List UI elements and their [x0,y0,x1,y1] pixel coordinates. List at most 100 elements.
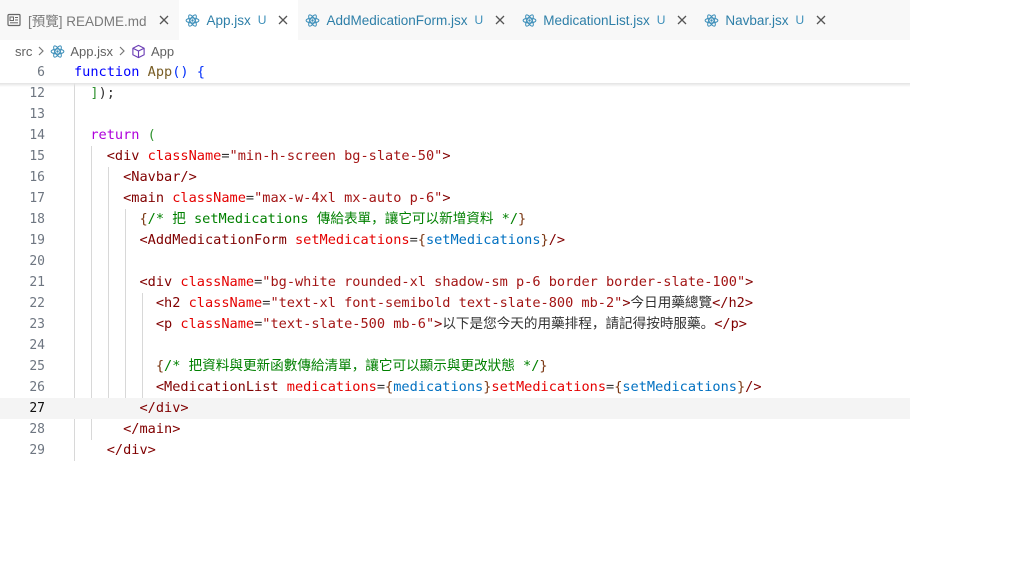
code-line[interactable]: 15 <div className="min-h-screen bg-slate… [0,146,910,167]
react-icon [304,12,320,28]
code-text: <div className="bg-white rounded-xl shad… [74,272,753,293]
tab-navbar[interactable]: Navbar.jsx U [697,0,836,40]
code-token: /> [548,232,566,248]
code-token: <MedicationList [74,379,287,395]
code-line[interactable]: 13 [0,104,910,125]
code-token: "text-slate-500 mb-6" [262,316,435,332]
code-token: = [245,190,255,206]
code-line[interactable]: 23 <p className="text-slate-500 mb-6">以下… [0,314,910,335]
code-token: { [74,358,165,374]
line-number: 19 [29,233,45,248]
code-token: </main> [74,421,181,437]
code-token: setMedications [622,379,737,395]
close-icon[interactable] [276,13,290,27]
code-token: > [622,295,631,311]
code-line[interactable]: 26 <MedicationList medications={medicati… [0,377,910,398]
code-token: { [385,379,394,395]
close-icon[interactable] [157,13,171,27]
code-editor[interactable]: 6 function App() {12 ]); 13 14 return (15 <… [0,62,910,462]
untracked-badge: U [656,13,666,27]
line-number: 29 [29,443,45,458]
preview-icon [6,12,22,28]
breadcrumb: src App.jsx App [0,40,910,62]
code-token: <div [74,148,148,164]
code-line[interactable]: 28 </main> [0,419,910,440]
code-token: = [606,379,615,395]
code-token: "bg-white rounded-xl shadow-sm p-6 borde… [262,274,746,290]
code-token: () { [172,64,205,80]
code-token: } [518,211,527,227]
code-token: medications [393,379,484,395]
code-token: className [180,274,255,290]
code-line[interactable]: 22 <h2 className="text-xl font-semibold … [0,293,910,314]
line-number: 20 [29,254,45,269]
code-line[interactable]: 25 {/* 把資料與更新函數傳給清單，讓它可以顯示與更改狀態 */} [0,356,910,377]
code-token: /* 把 setMedications 傳給表單，讓它可以新增資料 */ [147,211,519,227]
line-number: 17 [29,191,45,206]
close-icon[interactable] [814,13,828,27]
tab-medication-list[interactable]: MedicationList.jsx U [515,0,697,40]
code-token: <h2 [74,295,189,311]
code-line[interactable]: 24 [0,335,910,356]
react-icon [521,12,537,28]
react-icon [703,12,719,28]
code-token: > [745,274,754,290]
code-line[interactable]: 17 <main className="max-w-4xl mx-auto p-… [0,188,910,209]
code-token: function [74,64,148,80]
code-line[interactable]: 29 </div> [0,440,910,461]
code-line[interactable]: 6 function App() { [0,62,910,83]
breadcrumb-folder[interactable]: src [15,44,32,59]
code-token: ); [98,85,115,101]
chevron-right-icon [118,46,126,56]
untracked-badge: U [257,13,267,27]
code-token: setMedications [425,232,541,248]
code-token: = [409,232,418,248]
code-token: return [74,127,148,143]
code-token: </h2> [712,295,754,311]
code-text: <Navbar/> [74,167,197,188]
tab-app-jsx[interactable]: App.jsx U [178,0,299,40]
tab-add-medication-form[interactable]: AddMedicationForm.jsx U [298,0,515,40]
close-icon[interactable] [675,13,689,27]
code-token: { [74,211,148,227]
code-line[interactable]: 14 return ( [0,125,910,146]
code-text: </div> [74,440,156,461]
code-text: <p className="text-slate-500 mb-6">以下是您今… [74,314,747,335]
line-number: 18 [29,212,45,227]
close-icon[interactable] [493,13,507,27]
code-text: <main className="max-w-4xl mx-auto p-6"> [74,188,450,209]
code-token: <AddMedicationForm [74,232,295,248]
code-line[interactable]: 20 [0,251,910,272]
react-icon [185,12,201,28]
code-token: 今日用藥總覽 [630,295,713,311]
code-token: <div [74,274,181,290]
code-token: > [442,148,451,164]
tab-label: AddMedicationForm.jsx [326,12,468,28]
tab-label: MedicationList.jsx [543,12,650,28]
breadcrumb-file[interactable]: App.jsx [70,44,113,59]
line-number: 24 [29,338,45,353]
code-text: </div> [74,398,188,419]
code-line[interactable]: 27 </div> [0,398,910,419]
code-token: } [736,379,746,395]
code-token: <p [74,316,181,332]
untracked-badge: U [474,13,484,27]
code-token: { [417,232,426,248]
breadcrumb-symbol[interactable]: App [151,44,174,59]
line-number: 13 [29,107,45,122]
code-text: <h2 className="text-xl font-semibold tex… [74,293,753,314]
code-token: "text-xl font-semibold text-slate-800 mb… [270,295,623,311]
code-text: <AddMedicationForm setMedications={setMe… [74,230,565,251]
code-line[interactable]: 16 <Navbar/> [0,167,910,188]
tab-label: App.jsx [206,12,251,28]
code-token: 以下是您今天的用藥排程，請記得按時服藥。 [442,316,715,332]
line-number: 22 [29,296,45,311]
code-line[interactable]: 18 {/* 把 setMedications 傳給表單，讓它可以新增資料 */… [0,209,910,230]
code-text: {/* 把資料與更新函數傳給清單，讓它可以顯示與更改狀態 */} [74,356,548,377]
sticky-scroll-shadow [0,83,910,87]
tab-readme-preview[interactable]: [預覽] README.md [0,0,179,40]
code-line[interactable]: 19 <AddMedicationForm setMedications={se… [0,230,910,251]
chevron-right-icon [37,46,45,56]
code-line[interactable]: 21 <div className="bg-white rounded-xl s… [0,272,910,293]
code-text: <MedicationList medications={medications… [74,377,762,398]
